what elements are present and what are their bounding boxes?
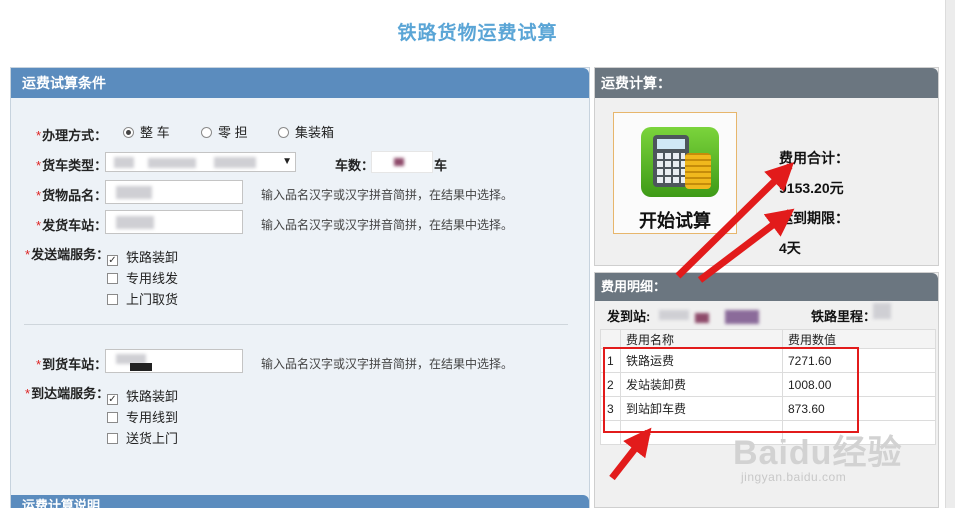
redacted-value bbox=[114, 157, 134, 168]
handling-option-whole[interactable]: 整 车 bbox=[123, 122, 170, 141]
calculator-coins-icon[interactable] bbox=[641, 127, 719, 197]
table-header-name: 费用名称 bbox=[620, 329, 783, 349]
redacted-value bbox=[116, 216, 154, 229]
start-calc-label[interactable]: 开始试算 bbox=[614, 207, 736, 233]
chevron-down-icon[interactable]: ▼ bbox=[282, 156, 292, 167]
redacted-value bbox=[148, 158, 196, 168]
table-header-row: 费用名称 费用数值 bbox=[600, 329, 936, 349]
arrive-service-private-line[interactable]: 专用线到 bbox=[107, 407, 178, 426]
handling-option-container[interactable]: 集装箱 bbox=[278, 122, 334, 141]
to-station-input[interactable] bbox=[105, 349, 243, 373]
total-value: 9153.20元 bbox=[779, 180, 844, 196]
arrive-service-label: *到达端服务： bbox=[25, 386, 110, 401]
duration-label: 运到期限： bbox=[779, 210, 849, 226]
baidu-watermark: Baidu经验 jingyan.baidu.com bbox=[733, 425, 902, 484]
redacted-value bbox=[695, 313, 709, 323]
conditions-header: 运费试算条件 bbox=[11, 68, 589, 98]
redacted-value bbox=[116, 186, 152, 199]
calc-notes-header[interactable]: 运费计算说明 bbox=[11, 495, 589, 508]
redacted-value bbox=[130, 363, 152, 371]
conditions-panel: 运费试算条件 *办理方式： 整 车 零 担 集装箱 *货车类型： ▼ 车数： 车… bbox=[10, 67, 590, 508]
send-service-pickup[interactable]: 上门取货 bbox=[107, 289, 178, 308]
checkbox-checked-icon[interactable]: ✓ bbox=[107, 394, 118, 405]
checkbox-icon[interactable] bbox=[107, 412, 118, 423]
redacted-value bbox=[873, 303, 891, 319]
section-divider bbox=[24, 324, 568, 325]
total-label: 费用合计： bbox=[779, 150, 849, 166]
calculator-icon bbox=[653, 135, 689, 187]
arrive-service-delivery[interactable]: 送货上门 bbox=[107, 428, 178, 447]
watermark-url: jingyan.baidu.com bbox=[741, 470, 847, 484]
table-header-index bbox=[600, 329, 621, 349]
details-header: 费用明细： bbox=[595, 273, 938, 301]
from-station-label: *发货车站： bbox=[36, 218, 108, 233]
arrive-service-rail-handling[interactable]: ✓ 铁路装卸 bbox=[107, 386, 178, 405]
radio-selected-icon[interactable] bbox=[123, 127, 134, 138]
goods-label: *货物品名： bbox=[36, 188, 108, 203]
calculator-screen bbox=[657, 139, 685, 149]
goods-input[interactable] bbox=[105, 180, 243, 204]
highlight-box bbox=[603, 347, 859, 433]
car-count-input[interactable] bbox=[371, 151, 433, 173]
car-unit: 车 bbox=[434, 158, 448, 173]
checkbox-icon[interactable] bbox=[107, 294, 118, 305]
calc-header: 运费计算： bbox=[595, 68, 938, 98]
coins-icon bbox=[685, 153, 711, 189]
from-station-hint: 输入品名汉字或汉字拼音简拼，在结果中选择。 bbox=[261, 218, 514, 232]
handling-option-ltl[interactable]: 零 担 bbox=[201, 122, 248, 141]
handling-label: *办理方式： bbox=[36, 128, 108, 143]
to-station-label: *到货车站： bbox=[36, 357, 108, 372]
checkbox-icon[interactable] bbox=[107, 273, 118, 284]
send-service-private-line[interactable]: 专用线发 bbox=[107, 268, 178, 287]
wagon-type-select[interactable]: ▼ bbox=[105, 152, 296, 172]
radio-icon[interactable] bbox=[201, 127, 212, 138]
watermark-brand: Baidu经验 bbox=[733, 434, 903, 472]
checkbox-icon[interactable] bbox=[107, 433, 118, 444]
radio-icon[interactable] bbox=[278, 127, 289, 138]
table-header-value: 费用数值 bbox=[782, 329, 936, 349]
send-service-label: *发送端服务： bbox=[25, 247, 110, 262]
send-service-rail-handling[interactable]: ✓ 铁路装卸 bbox=[107, 247, 178, 266]
calc-panel: 运费计算： 开始试算 费用合计： 9153.20元 运到期限： 4天 bbox=[594, 67, 939, 266]
wagon-type-label: *货车类型： bbox=[36, 158, 108, 173]
duration-value: 4天 bbox=[779, 240, 801, 256]
distance-label: 铁路里程： bbox=[811, 309, 877, 324]
goods-hint: 输入品名汉字或汉字拼音简拼，在结果中选择。 bbox=[261, 188, 514, 202]
redacted-value bbox=[659, 310, 689, 320]
to-station-hint: 输入品名汉字或汉字拼音简拼，在结果中选择。 bbox=[261, 357, 514, 371]
page-title: 铁路货物运费试算 bbox=[397, 23, 558, 44]
from-station-input[interactable] bbox=[105, 210, 243, 234]
window-scrollbar[interactable] bbox=[945, 0, 955, 508]
redacted-value bbox=[725, 310, 759, 324]
car-count-label: 车数： bbox=[335, 158, 375, 173]
checkbox-checked-icon[interactable]: ✓ bbox=[107, 255, 118, 266]
redacted-value bbox=[214, 157, 256, 168]
start-calc-button[interactable]: 开始试算 bbox=[613, 112, 737, 234]
from-to-label: 发到站: bbox=[607, 309, 651, 324]
calculator-keys bbox=[657, 153, 685, 183]
redacted-value bbox=[394, 158, 404, 166]
